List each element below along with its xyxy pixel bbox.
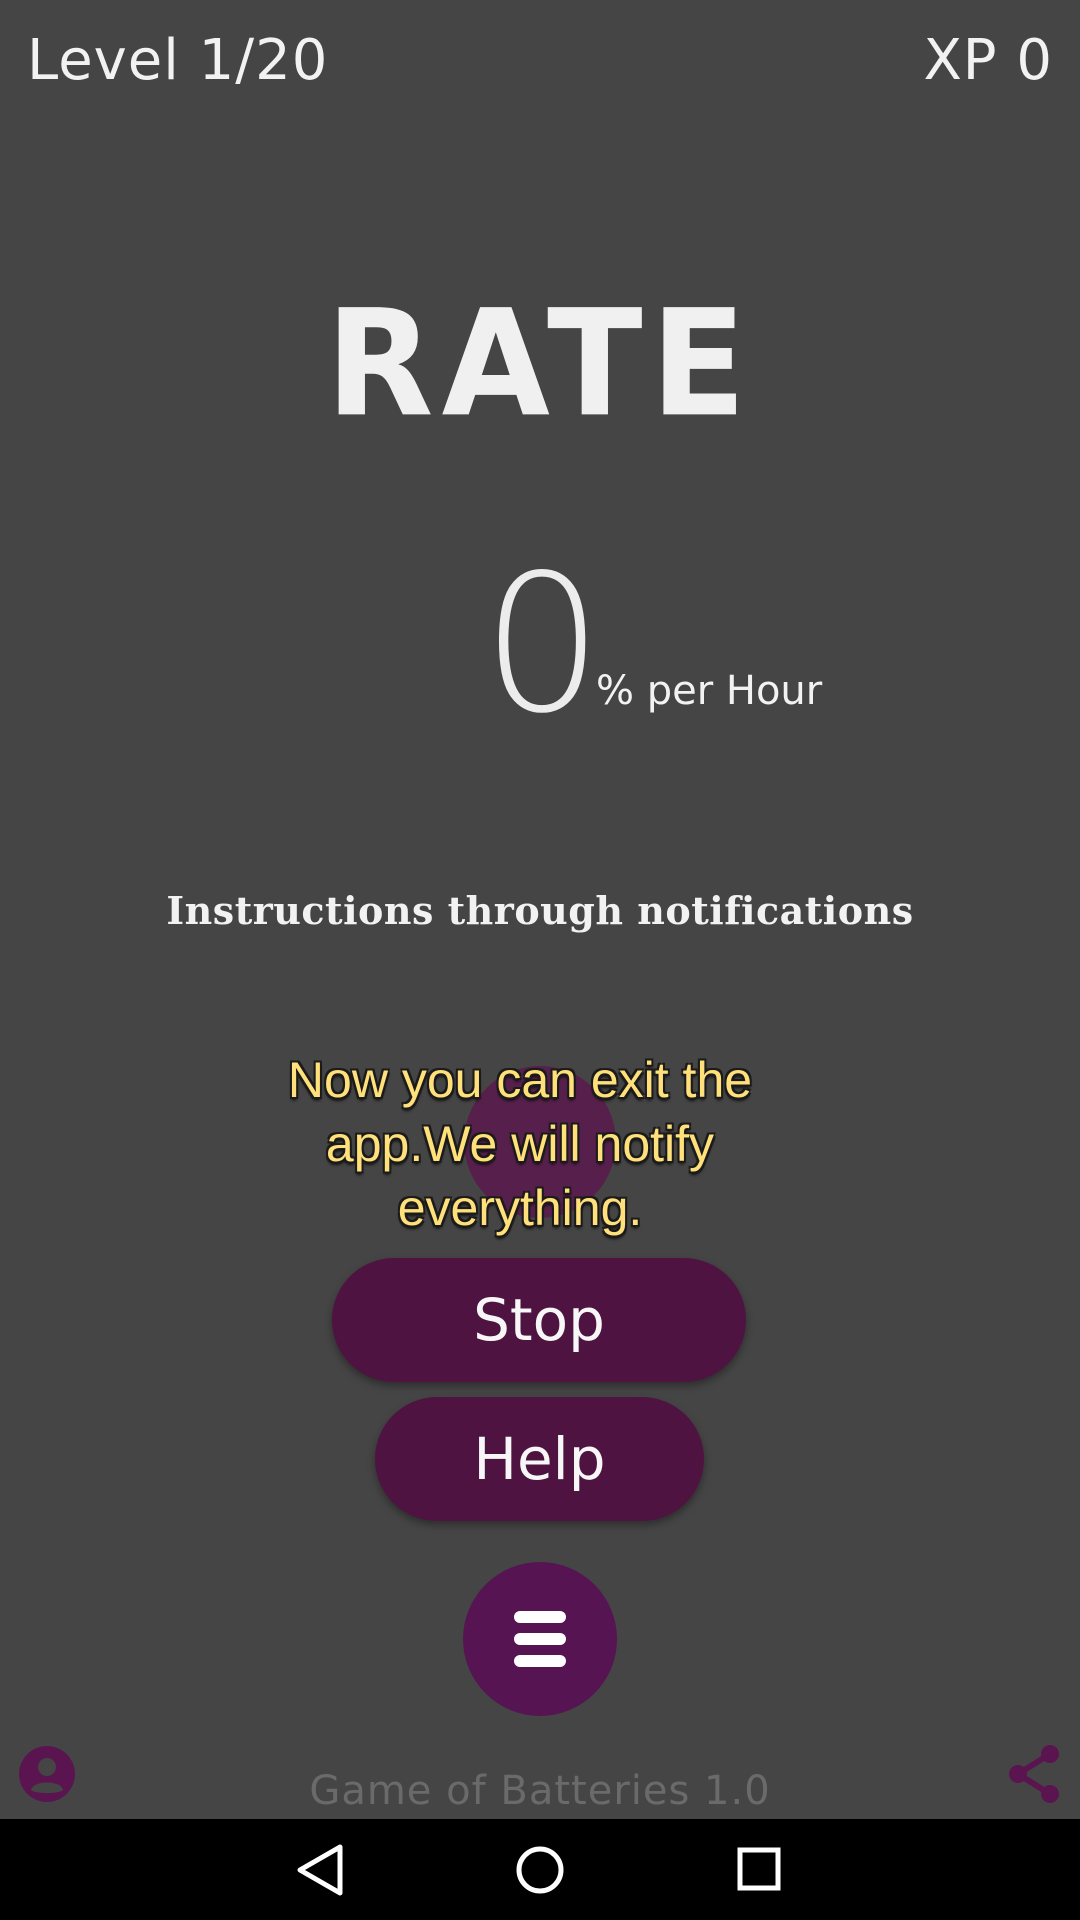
app-screen: Level 1/20 XP 0 RATE 0 % per Hour Instru… bbox=[0, 0, 1080, 1920]
recents-square-icon[interactable] bbox=[700, 1819, 820, 1920]
home-circle-icon[interactable] bbox=[480, 1819, 600, 1920]
back-triangle-icon[interactable] bbox=[260, 1819, 380, 1920]
rate-value: 0 bbox=[482, 534, 603, 755]
stop-button[interactable]: Stop bbox=[332, 1258, 746, 1382]
system-navigation-bar bbox=[0, 1819, 1080, 1920]
xp-counter: XP 0 bbox=[923, 28, 1053, 93]
page-title: RATE bbox=[325, 278, 755, 451]
menu-button[interactable] bbox=[463, 1562, 617, 1716]
toast-message: Now you can exit the app.We will notify … bbox=[287, 1052, 753, 1236]
instructions-text: Instructions through notifications bbox=[166, 888, 914, 933]
version-label: Game of Batteries 1.0 bbox=[309, 1768, 771, 1814]
share-icon[interactable] bbox=[1006, 1744, 1062, 1804]
level-indicator: Level 1/20 bbox=[27, 28, 329, 93]
rate-display: 0 % per Hour bbox=[0, 534, 1080, 755]
help-button[interactable]: Help bbox=[375, 1397, 704, 1521]
rate-unit: % per Hour bbox=[596, 668, 823, 714]
